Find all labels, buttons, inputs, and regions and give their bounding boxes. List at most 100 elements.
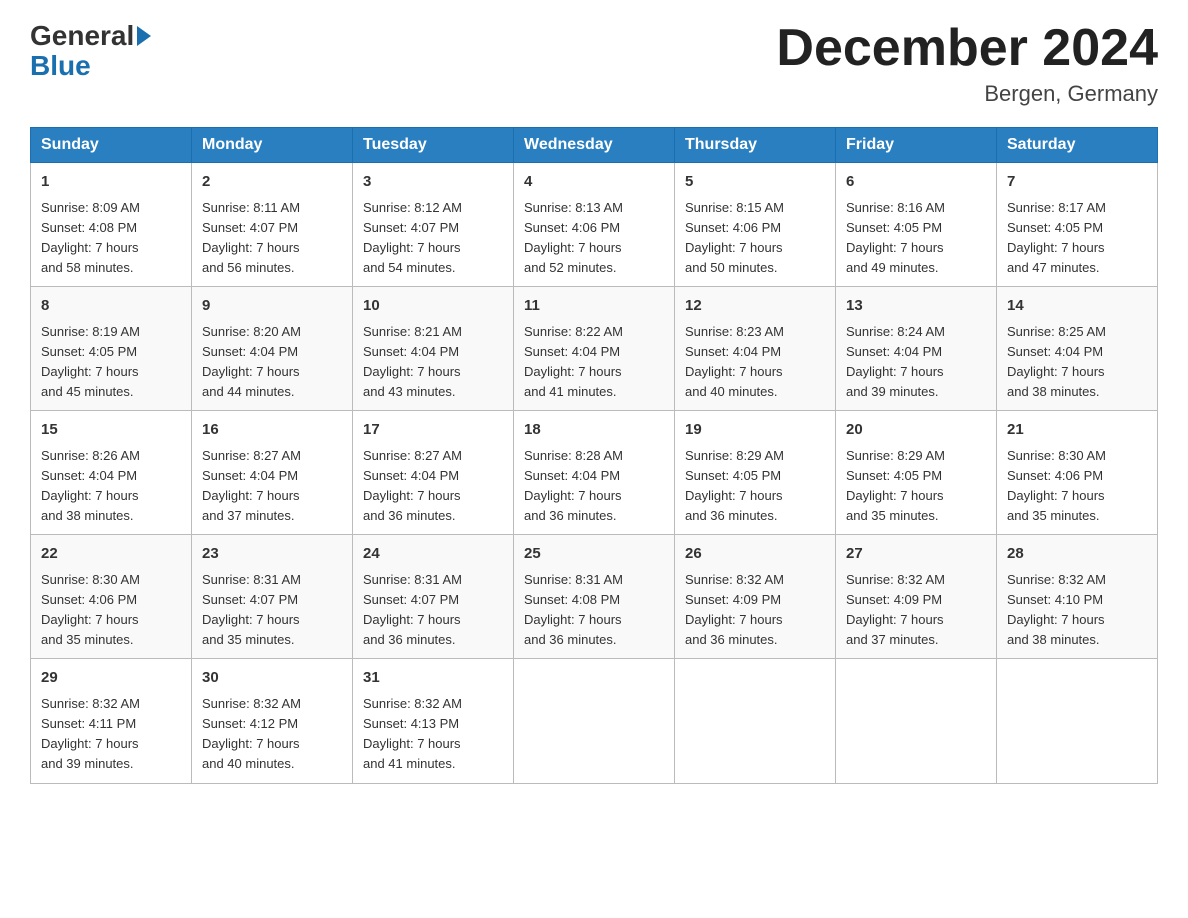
calendar-cell: 21 Sunrise: 8:30 AMSunset: 4:06 PMDayligh… <box>997 411 1158 535</box>
calendar-cell: 22 Sunrise: 8:30 AMSunset: 4:06 PMDayligh… <box>31 535 192 659</box>
day-info: Sunrise: 8:32 AMSunset: 4:13 PMDaylight:… <box>363 694 503 775</box>
day-number: 17 <box>363 419 503 442</box>
calendar-cell: 18 Sunrise: 8:28 AMSunset: 4:04 PMDayligh… <box>514 411 675 535</box>
calendar-cell: 30Sunrise: 8:32 AMSunset: 4:12 PMDayligh… <box>192 659 353 783</box>
calendar-cell: 25 Sunrise: 8:31 AMSunset: 4:08 PMDayligh… <box>514 535 675 659</box>
day-info: Sunrise: 8:32 AMSunset: 4:09 PMDaylight:… <box>685 570 825 651</box>
calendar-week-row: 15 Sunrise: 8:26 AMSunset: 4:04 PMDayligh… <box>31 411 1158 535</box>
calendar-cell: 17 Sunrise: 8:27 AMSunset: 4:04 PMDayligh… <box>353 411 514 535</box>
page-header: General Blue December 2024 Bergen, Germa… <box>30 20 1158 107</box>
day-info: Sunrise: 8:26 AMSunset: 4:04 PMDaylight:… <box>41 446 181 527</box>
day-number: 21 <box>1007 419 1147 442</box>
day-number: 31 <box>363 667 503 690</box>
calendar-week-row: 1Sunrise: 8:09 AMSunset: 4:08 PMDaylight… <box>31 163 1158 287</box>
day-number: 10 <box>363 295 503 318</box>
day-info: Sunrise: 8:13 AMSunset: 4:06 PMDaylight:… <box>524 198 664 279</box>
day-info: Sunrise: 8:31 AMSunset: 4:07 PMDaylight:… <box>202 570 342 651</box>
calendar-cell: 1Sunrise: 8:09 AMSunset: 4:08 PMDaylight… <box>31 163 192 287</box>
calendar-cell: 27Sunrise: 8:32 AMSunset: 4:09 PMDayligh… <box>836 535 997 659</box>
day-number: 25 <box>524 543 664 566</box>
day-number: 11 <box>524 295 664 318</box>
day-number: 28 <box>1007 543 1147 566</box>
day-number: 6 <box>846 171 986 194</box>
calendar-cell: 16Sunrise: 8:27 AMSunset: 4:04 PMDayligh… <box>192 411 353 535</box>
day-number: 4 <box>524 171 664 194</box>
header-tuesday: Tuesday <box>353 128 514 163</box>
header-saturday: Saturday <box>997 128 1158 163</box>
calendar-cell <box>836 659 997 783</box>
day-info: Sunrise: 8:30 AMSunset: 4:06 PMDaylight:… <box>41 570 181 651</box>
day-number: 16 <box>202 419 342 442</box>
calendar-week-row: 8 Sunrise: 8:19 AMSunset: 4:05 PMDaylight… <box>31 287 1158 411</box>
day-number: 1 <box>41 171 181 194</box>
day-info: Sunrise: 8:24 AMSunset: 4:04 PMDaylight:… <box>846 322 986 403</box>
logo-blue-text: Blue <box>30 50 91 82</box>
logo: General Blue <box>30 20 151 82</box>
day-number: 7 <box>1007 171 1147 194</box>
calendar-cell: 12 Sunrise: 8:23 AMSunset: 4:04 PMDayligh… <box>675 287 836 411</box>
day-info: Sunrise: 8:17 AMSunset: 4:05 PMDaylight:… <box>1007 198 1147 279</box>
day-info: Sunrise: 8:32 AMSunset: 4:10 PMDaylight:… <box>1007 570 1147 651</box>
calendar-week-row: 29Sunrise: 8:32 AMSunset: 4:11 PMDayligh… <box>31 659 1158 783</box>
day-number: 18 <box>524 419 664 442</box>
day-info: Sunrise: 8:31 AMSunset: 4:08 PMDaylight:… <box>524 570 664 651</box>
calendar-week-row: 22 Sunrise: 8:30 AMSunset: 4:06 PMDayligh… <box>31 535 1158 659</box>
day-number: 12 <box>685 295 825 318</box>
day-info: Sunrise: 8:19 AMSunset: 4:05 PMDaylight:… <box>41 322 181 403</box>
day-info: Sunrise: 8:11 AMSunset: 4:07 PMDaylight:… <box>202 198 342 279</box>
calendar-header-row: SundayMondayTuesdayWednesdayThursdayFrid… <box>31 128 1158 163</box>
day-info: Sunrise: 8:15 AMSunset: 4:06 PMDaylight:… <box>685 198 825 279</box>
header-monday: Monday <box>192 128 353 163</box>
day-number: 13 <box>846 295 986 318</box>
calendar-cell <box>675 659 836 783</box>
calendar-cell: 8 Sunrise: 8:19 AMSunset: 4:05 PMDaylight… <box>31 287 192 411</box>
calendar-cell: 19 Sunrise: 8:29 AMSunset: 4:05 PMDayligh… <box>675 411 836 535</box>
day-info: Sunrise: 8:31 AMSunset: 4:07 PMDaylight:… <box>363 570 503 651</box>
day-number: 8 <box>41 295 181 318</box>
calendar-cell: 3 Sunrise: 8:12 AMSunset: 4:07 PMDaylight… <box>353 163 514 287</box>
day-info: Sunrise: 8:29 AMSunset: 4:05 PMDaylight:… <box>685 446 825 527</box>
day-info: Sunrise: 8:21 AMSunset: 4:04 PMDaylight:… <box>363 322 503 403</box>
day-number: 23 <box>202 543 342 566</box>
calendar-table: SundayMondayTuesdayWednesdayThursdayFrid… <box>30 127 1158 783</box>
calendar-cell <box>997 659 1158 783</box>
day-number: 15 <box>41 419 181 442</box>
header-sunday: Sunday <box>31 128 192 163</box>
day-number: 20 <box>846 419 986 442</box>
calendar-cell: 15 Sunrise: 8:26 AMSunset: 4:04 PMDayligh… <box>31 411 192 535</box>
calendar-cell: 4 Sunrise: 8:13 AMSunset: 4:06 PMDaylight… <box>514 163 675 287</box>
day-number: 19 <box>685 419 825 442</box>
day-info: Sunrise: 8:23 AMSunset: 4:04 PMDaylight:… <box>685 322 825 403</box>
day-number: 22 <box>41 543 181 566</box>
calendar-cell: 13 Sunrise: 8:24 AMSunset: 4:04 PMDayligh… <box>836 287 997 411</box>
day-info: Sunrise: 8:16 AMSunset: 4:05 PMDaylight:… <box>846 198 986 279</box>
calendar-cell: 2Sunrise: 8:11 AMSunset: 4:07 PMDaylight… <box>192 163 353 287</box>
calendar-cell: 23 Sunrise: 8:31 AMSunset: 4:07 PMDayligh… <box>192 535 353 659</box>
day-info: Sunrise: 8:12 AMSunset: 4:07 PMDaylight:… <box>363 198 503 279</box>
day-info: Sunrise: 8:22 AMSunset: 4:04 PMDaylight:… <box>524 322 664 403</box>
day-number: 5 <box>685 171 825 194</box>
calendar-cell: 5 Sunrise: 8:15 AMSunset: 4:06 PMDaylight… <box>675 163 836 287</box>
day-info: Sunrise: 8:28 AMSunset: 4:04 PMDaylight:… <box>524 446 664 527</box>
logo-general-text: General <box>30 20 134 52</box>
header-thursday: Thursday <box>675 128 836 163</box>
calendar-cell <box>514 659 675 783</box>
calendar-cell: 11 Sunrise: 8:22 AMSunset: 4:04 PMDayligh… <box>514 287 675 411</box>
calendar-cell: 26 Sunrise: 8:32 AMSunset: 4:09 PMDayligh… <box>675 535 836 659</box>
day-number: 30 <box>202 667 342 690</box>
calendar-cell: 7 Sunrise: 8:17 AMSunset: 4:05 PMDaylight… <box>997 163 1158 287</box>
day-number: 26 <box>685 543 825 566</box>
day-number: 3 <box>363 171 503 194</box>
day-info: Sunrise: 8:25 AMSunset: 4:04 PMDaylight:… <box>1007 322 1147 403</box>
calendar-cell: 10 Sunrise: 8:21 AMSunset: 4:04 PMDayligh… <box>353 287 514 411</box>
calendar-cell: 20Sunrise: 8:29 AMSunset: 4:05 PMDayligh… <box>836 411 997 535</box>
calendar-cell: 9Sunrise: 8:20 AMSunset: 4:04 PMDaylight… <box>192 287 353 411</box>
location-subtitle: Bergen, Germany <box>776 81 1158 107</box>
day-info: Sunrise: 8:32 AMSunset: 4:11 PMDaylight:… <box>41 694 181 775</box>
day-number: 24 <box>363 543 503 566</box>
title-block: December 2024 Bergen, Germany <box>776 20 1158 107</box>
day-info: Sunrise: 8:27 AMSunset: 4:04 PMDaylight:… <box>363 446 503 527</box>
day-info: Sunrise: 8:30 AMSunset: 4:06 PMDaylight:… <box>1007 446 1147 527</box>
header-wednesday: Wednesday <box>514 128 675 163</box>
calendar-cell: 24 Sunrise: 8:31 AMSunset: 4:07 PMDayligh… <box>353 535 514 659</box>
